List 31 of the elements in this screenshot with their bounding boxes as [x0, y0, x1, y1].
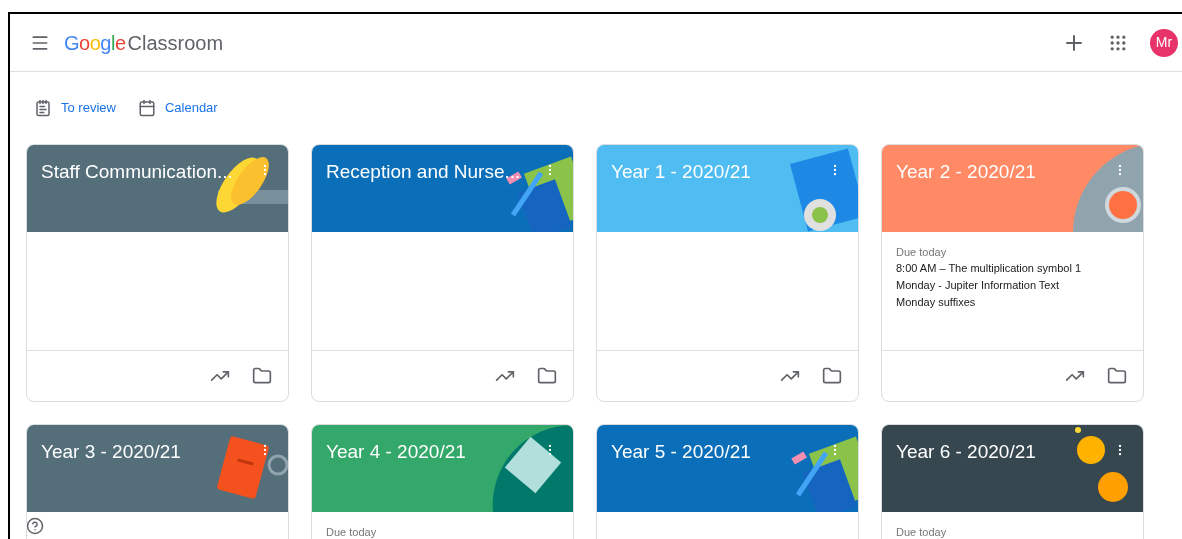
document-icon: [34, 99, 52, 117]
class-title[interactable]: Staff Communication...: [27, 145, 233, 187]
due-label: Due today: [896, 525, 948, 539]
class-card[interactable]: Year 4 - 2020/21 Due today: [311, 424, 574, 539]
nav-link[interactable]: To review: [34, 98, 116, 118]
assignment-link[interactable]: Monday - Jupiter Information Text: [896, 277, 1129, 294]
class-title[interactable]: Year 6 - 2020/21: [882, 425, 1036, 467]
class-card[interactable]: Year 6 - 2020/21 Due today: [881, 424, 1144, 539]
help-icon[interactable]: [26, 517, 44, 535]
app-title: Classroom: [127, 30, 224, 56]
folder-icon[interactable]: [252, 366, 272, 386]
class-card[interactable]: Staff Communication...: [26, 144, 289, 402]
calendar-icon: [137, 99, 156, 117]
class-card[interactable]: Year 3 - 2020/21: [26, 424, 289, 539]
nav-link[interactable]: Calendar: [137, 98, 218, 118]
class-card[interactable]: Reception and Nurse...: [311, 144, 574, 402]
google-logo: Google: [64, 30, 126, 56]
assignment-link[interactable]: 8:00 AM – The multiplication symbol 1: [896, 260, 1129, 277]
assignment-link[interactable]: Monday suffixes: [896, 294, 1129, 311]
class-title[interactable]: Year 3 - 2020/21: [27, 425, 181, 467]
folder-icon[interactable]: [1107, 366, 1127, 386]
class-title[interactable]: Year 4 - 2020/21: [312, 425, 466, 467]
class-card[interactable]: Year 5 - 2020/21: [596, 424, 859, 539]
avatar[interactable]: Mr: [1150, 28, 1178, 57]
class-card[interactable]: Year 2 - 2020/21 Due today 8:00 AM – The multiplication symbol 1 Monday - Jupiter Information Text Monday suffixes: [881, 144, 1144, 402]
due-label: Due today: [896, 245, 948, 260]
class-title[interactable]: Year 5 - 2020/21: [597, 425, 751, 467]
class-title[interactable]: Reception and Nurse...: [312, 145, 521, 187]
due-label: Due today: [326, 525, 378, 539]
folder-icon[interactable]: [822, 366, 842, 386]
folder-icon[interactable]: [537, 366, 557, 386]
